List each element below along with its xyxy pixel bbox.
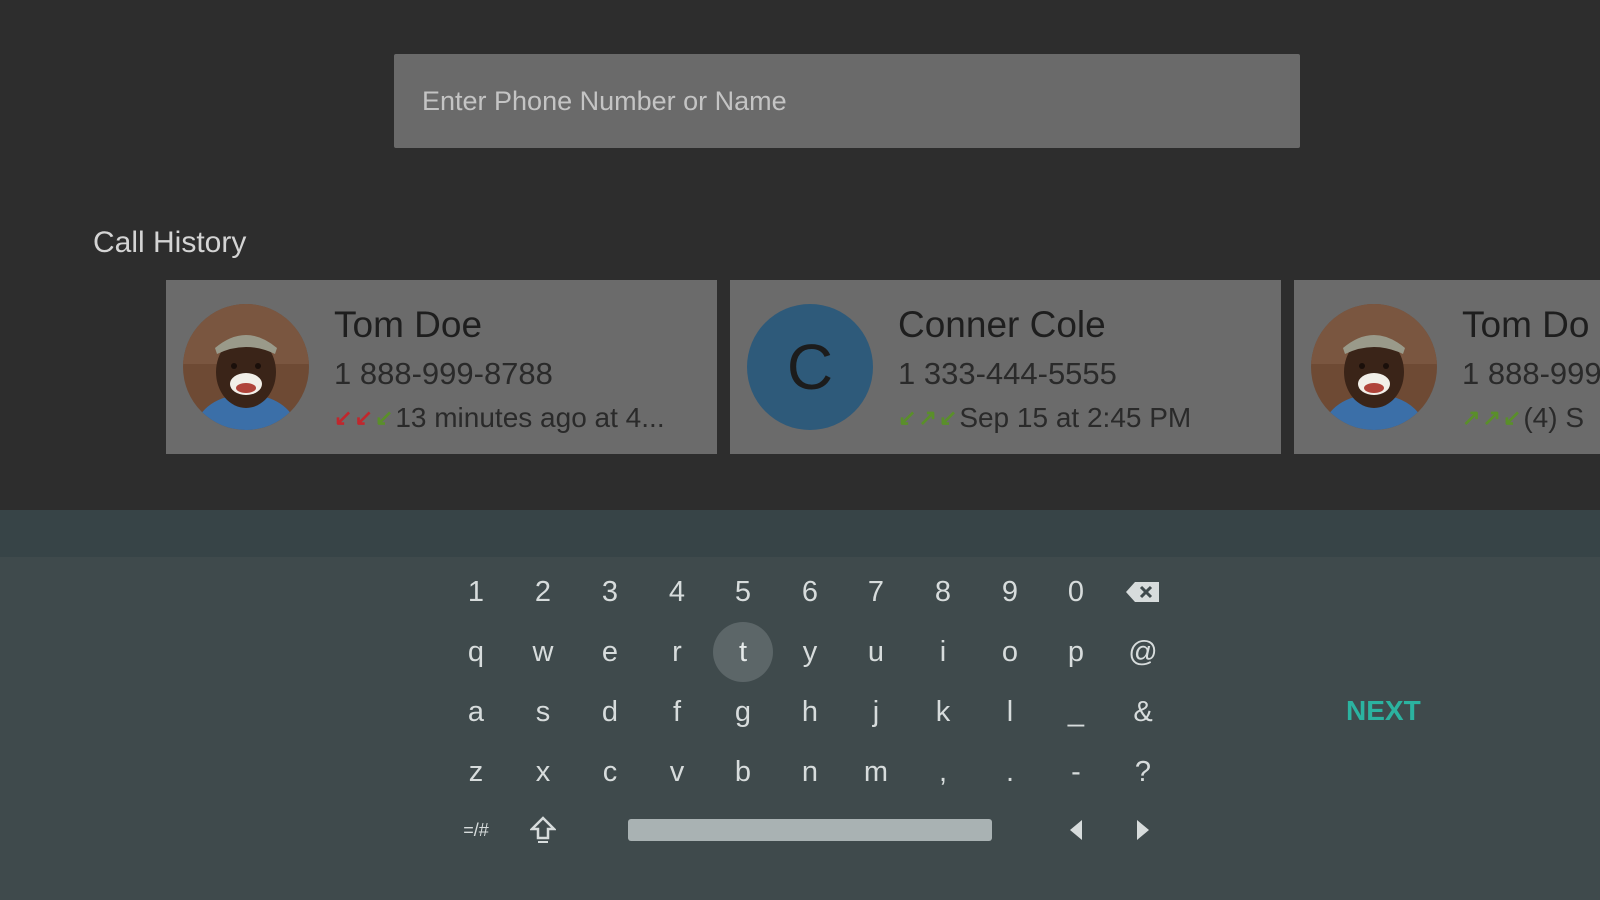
key-g[interactable]: g xyxy=(713,682,773,742)
key-hyphen[interactable]: - xyxy=(1046,742,1106,802)
left-arrow-icon xyxy=(1070,820,1082,840)
key-3[interactable]: 3 xyxy=(580,562,640,622)
key-underscore[interactable]: _ xyxy=(1046,682,1106,742)
search-input[interactable] xyxy=(420,84,1300,118)
key-o[interactable]: o xyxy=(980,622,1040,682)
key-q[interactable]: q xyxy=(446,622,506,682)
call-meta: ↙ ↗ ↙ Sep 15 at 2:45 PM xyxy=(898,402,1191,434)
missed-call-icon: ↙ xyxy=(334,405,353,430)
cursor-right-key[interactable] xyxy=(1113,800,1173,860)
key-at[interactable]: @ xyxy=(1113,622,1173,682)
incoming-call-icon: ↙ xyxy=(938,405,958,430)
contact-phone: 1 888-999 xyxy=(1462,356,1600,391)
contact-photo-avatar xyxy=(1311,304,1437,430)
key-n[interactable]: n xyxy=(780,742,840,802)
key-comma[interactable]: , xyxy=(913,742,973,802)
key-x[interactable]: x xyxy=(513,742,573,802)
on-screen-keyboard: 1 2 3 4 5 6 7 8 9 0 q w e r t y u i o p … xyxy=(0,557,1600,900)
key-question[interactable]: ? xyxy=(1113,742,1173,802)
key-7[interactable]: 7 xyxy=(846,562,906,622)
key-h[interactable]: h xyxy=(780,682,840,742)
search-field[interactable] xyxy=(394,54,1300,148)
call-meta: ↗ ↗ ↙ (4) S xyxy=(1462,402,1584,434)
contact-name: Conner Cole xyxy=(898,304,1106,345)
call-history-title: Call History xyxy=(93,226,247,259)
key-5[interactable]: 5 xyxy=(713,562,773,622)
backspace-key[interactable] xyxy=(1113,562,1173,622)
key-c[interactable]: c xyxy=(580,742,640,802)
contact-photo-avatar xyxy=(183,304,309,430)
key-m[interactable]: m xyxy=(846,742,906,802)
next-button[interactable]: NEXT xyxy=(1346,695,1421,727)
key-ampersand[interactable]: & xyxy=(1113,682,1173,742)
cursor-left-key[interactable] xyxy=(1046,800,1106,860)
key-e[interactable]: e xyxy=(580,622,640,682)
outgoing-call-icon: ↗ xyxy=(1462,405,1481,430)
key-2[interactable]: 2 xyxy=(513,562,573,622)
call-history-list: Tom Doe 1 888-999-8788 ↙ ↙ ↙ 13 minutes … xyxy=(166,280,1600,454)
incoming-call-icon: ↙ xyxy=(1502,405,1522,430)
call-time: 13 minutes ago at 4... xyxy=(395,402,665,433)
key-t[interactable]: t xyxy=(713,622,773,682)
contact-letter-avatar: C xyxy=(747,304,873,430)
key-8[interactable]: 8 xyxy=(913,562,973,622)
key-p[interactable]: p xyxy=(1046,622,1106,682)
key-v[interactable]: v xyxy=(647,742,707,802)
incoming-call-icon: ↙ xyxy=(898,405,917,430)
key-i[interactable]: i xyxy=(913,622,973,682)
contact-name: Tom Do xyxy=(1462,304,1590,345)
keyboard-suggestion-strip xyxy=(0,510,1600,557)
call-meta: ↙ ↙ ↙ 13 minutes ago at 4... xyxy=(334,402,665,434)
key-1[interactable]: 1 xyxy=(446,562,506,622)
key-s[interactable]: s xyxy=(513,682,573,742)
key-z[interactable]: z xyxy=(446,742,506,802)
space-key[interactable] xyxy=(628,819,992,841)
backspace-icon xyxy=(1126,582,1159,602)
key-4[interactable]: 4 xyxy=(647,562,707,622)
symbols-key[interactable]: =/# xyxy=(446,800,506,860)
call-time: Sep 15 at 2:45 PM xyxy=(959,402,1192,433)
key-w[interactable]: w xyxy=(513,622,573,682)
key-6[interactable]: 6 xyxy=(780,562,840,622)
shift-icon xyxy=(530,816,556,843)
key-l[interactable]: l xyxy=(980,682,1040,742)
shift-key[interactable] xyxy=(513,800,573,860)
outgoing-call-icon: ↗ xyxy=(1482,405,1501,430)
key-period[interactable]: . xyxy=(980,742,1040,802)
call-history-card[interactable]: C Conner Cole 1 333-444-5555 ↙ ↗ ↙ Sep 1… xyxy=(730,280,1281,454)
call-history-card[interactable]: Tom Doe 1 888-999-8788 ↙ ↙ ↙ 13 minutes … xyxy=(166,280,717,454)
contact-phone: 1 888-999-8788 xyxy=(334,356,553,391)
key-k[interactable]: k xyxy=(913,682,973,742)
key-u[interactable]: u xyxy=(846,622,906,682)
right-arrow-icon xyxy=(1137,820,1149,840)
contact-name: Tom Doe xyxy=(334,304,483,345)
incoming-call-icon: ↙ xyxy=(374,405,394,430)
key-b[interactable]: b xyxy=(713,742,773,802)
call-time: (4) S xyxy=(1523,402,1584,433)
contact-phone: 1 333-444-5555 xyxy=(898,356,1117,391)
outgoing-call-icon: ↗ xyxy=(918,405,937,430)
key-0[interactable]: 0 xyxy=(1046,562,1106,622)
call-history-card[interactable]: Tom Do 1 888-999 ↗ ↗ ↙ (4) S xyxy=(1294,280,1600,454)
key-r[interactable]: r xyxy=(647,622,707,682)
key-d[interactable]: d xyxy=(580,682,640,742)
key-9[interactable]: 9 xyxy=(980,562,1040,622)
key-a[interactable]: a xyxy=(446,682,506,742)
key-y[interactable]: y xyxy=(780,622,840,682)
missed-call-icon: ↙ xyxy=(354,405,373,430)
key-f[interactable]: f xyxy=(647,682,707,742)
key-j[interactable]: j xyxy=(846,682,906,742)
